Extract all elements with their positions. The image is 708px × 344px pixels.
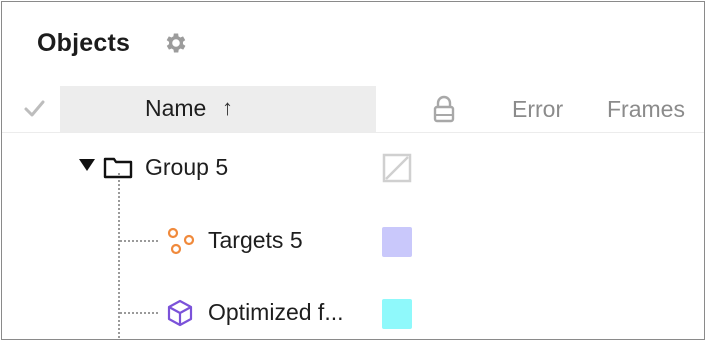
name-column-label: Name [145, 95, 207, 121]
tree-row-group[interactable]: Group 5 [2, 133, 704, 203]
name-column-header[interactable]: Name ↑ [60, 86, 376, 132]
gear-icon[interactable] [163, 30, 189, 56]
object-tree: Group 5 Targets 5 Optimized f... [2, 133, 704, 339]
column-header-row: Name ↑ Error Frames [2, 86, 704, 133]
triangle-down-icon[interactable] [78, 158, 96, 177]
objects-panel: Objects Name ↑ Error Frames Group 5 Targ… [1, 1, 705, 340]
tree-branch-line [120, 240, 158, 242]
panel-header: Objects [2, 2, 704, 86]
group-label: Group 5 [145, 154, 229, 180]
color-swatch[interactable] [382, 299, 412, 329]
tree-row-targets[interactable]: Targets 5 [2, 205, 704, 275]
folder-icon [103, 155, 133, 184]
color-swatch[interactable] [382, 227, 412, 257]
targets-icon [165, 225, 197, 262]
sort-ascending-icon: ↑ [222, 95, 233, 120]
no-color-icon[interactable] [382, 153, 412, 188]
tree-row-optimized[interactable]: Optimized f... [2, 277, 704, 339]
frames-column-header[interactable]: Frames [607, 96, 685, 123]
checkmark-icon[interactable] [20, 94, 48, 122]
tree-branch-line [120, 312, 158, 314]
error-column-header[interactable]: Error [512, 96, 563, 123]
lock-icon[interactable] [430, 94, 458, 124]
panel-title: Objects [37, 29, 131, 57]
cube-icon [165, 298, 195, 333]
tree-item-label: Targets 5 [208, 227, 303, 253]
tree-item-label: Optimized f... [208, 299, 344, 325]
